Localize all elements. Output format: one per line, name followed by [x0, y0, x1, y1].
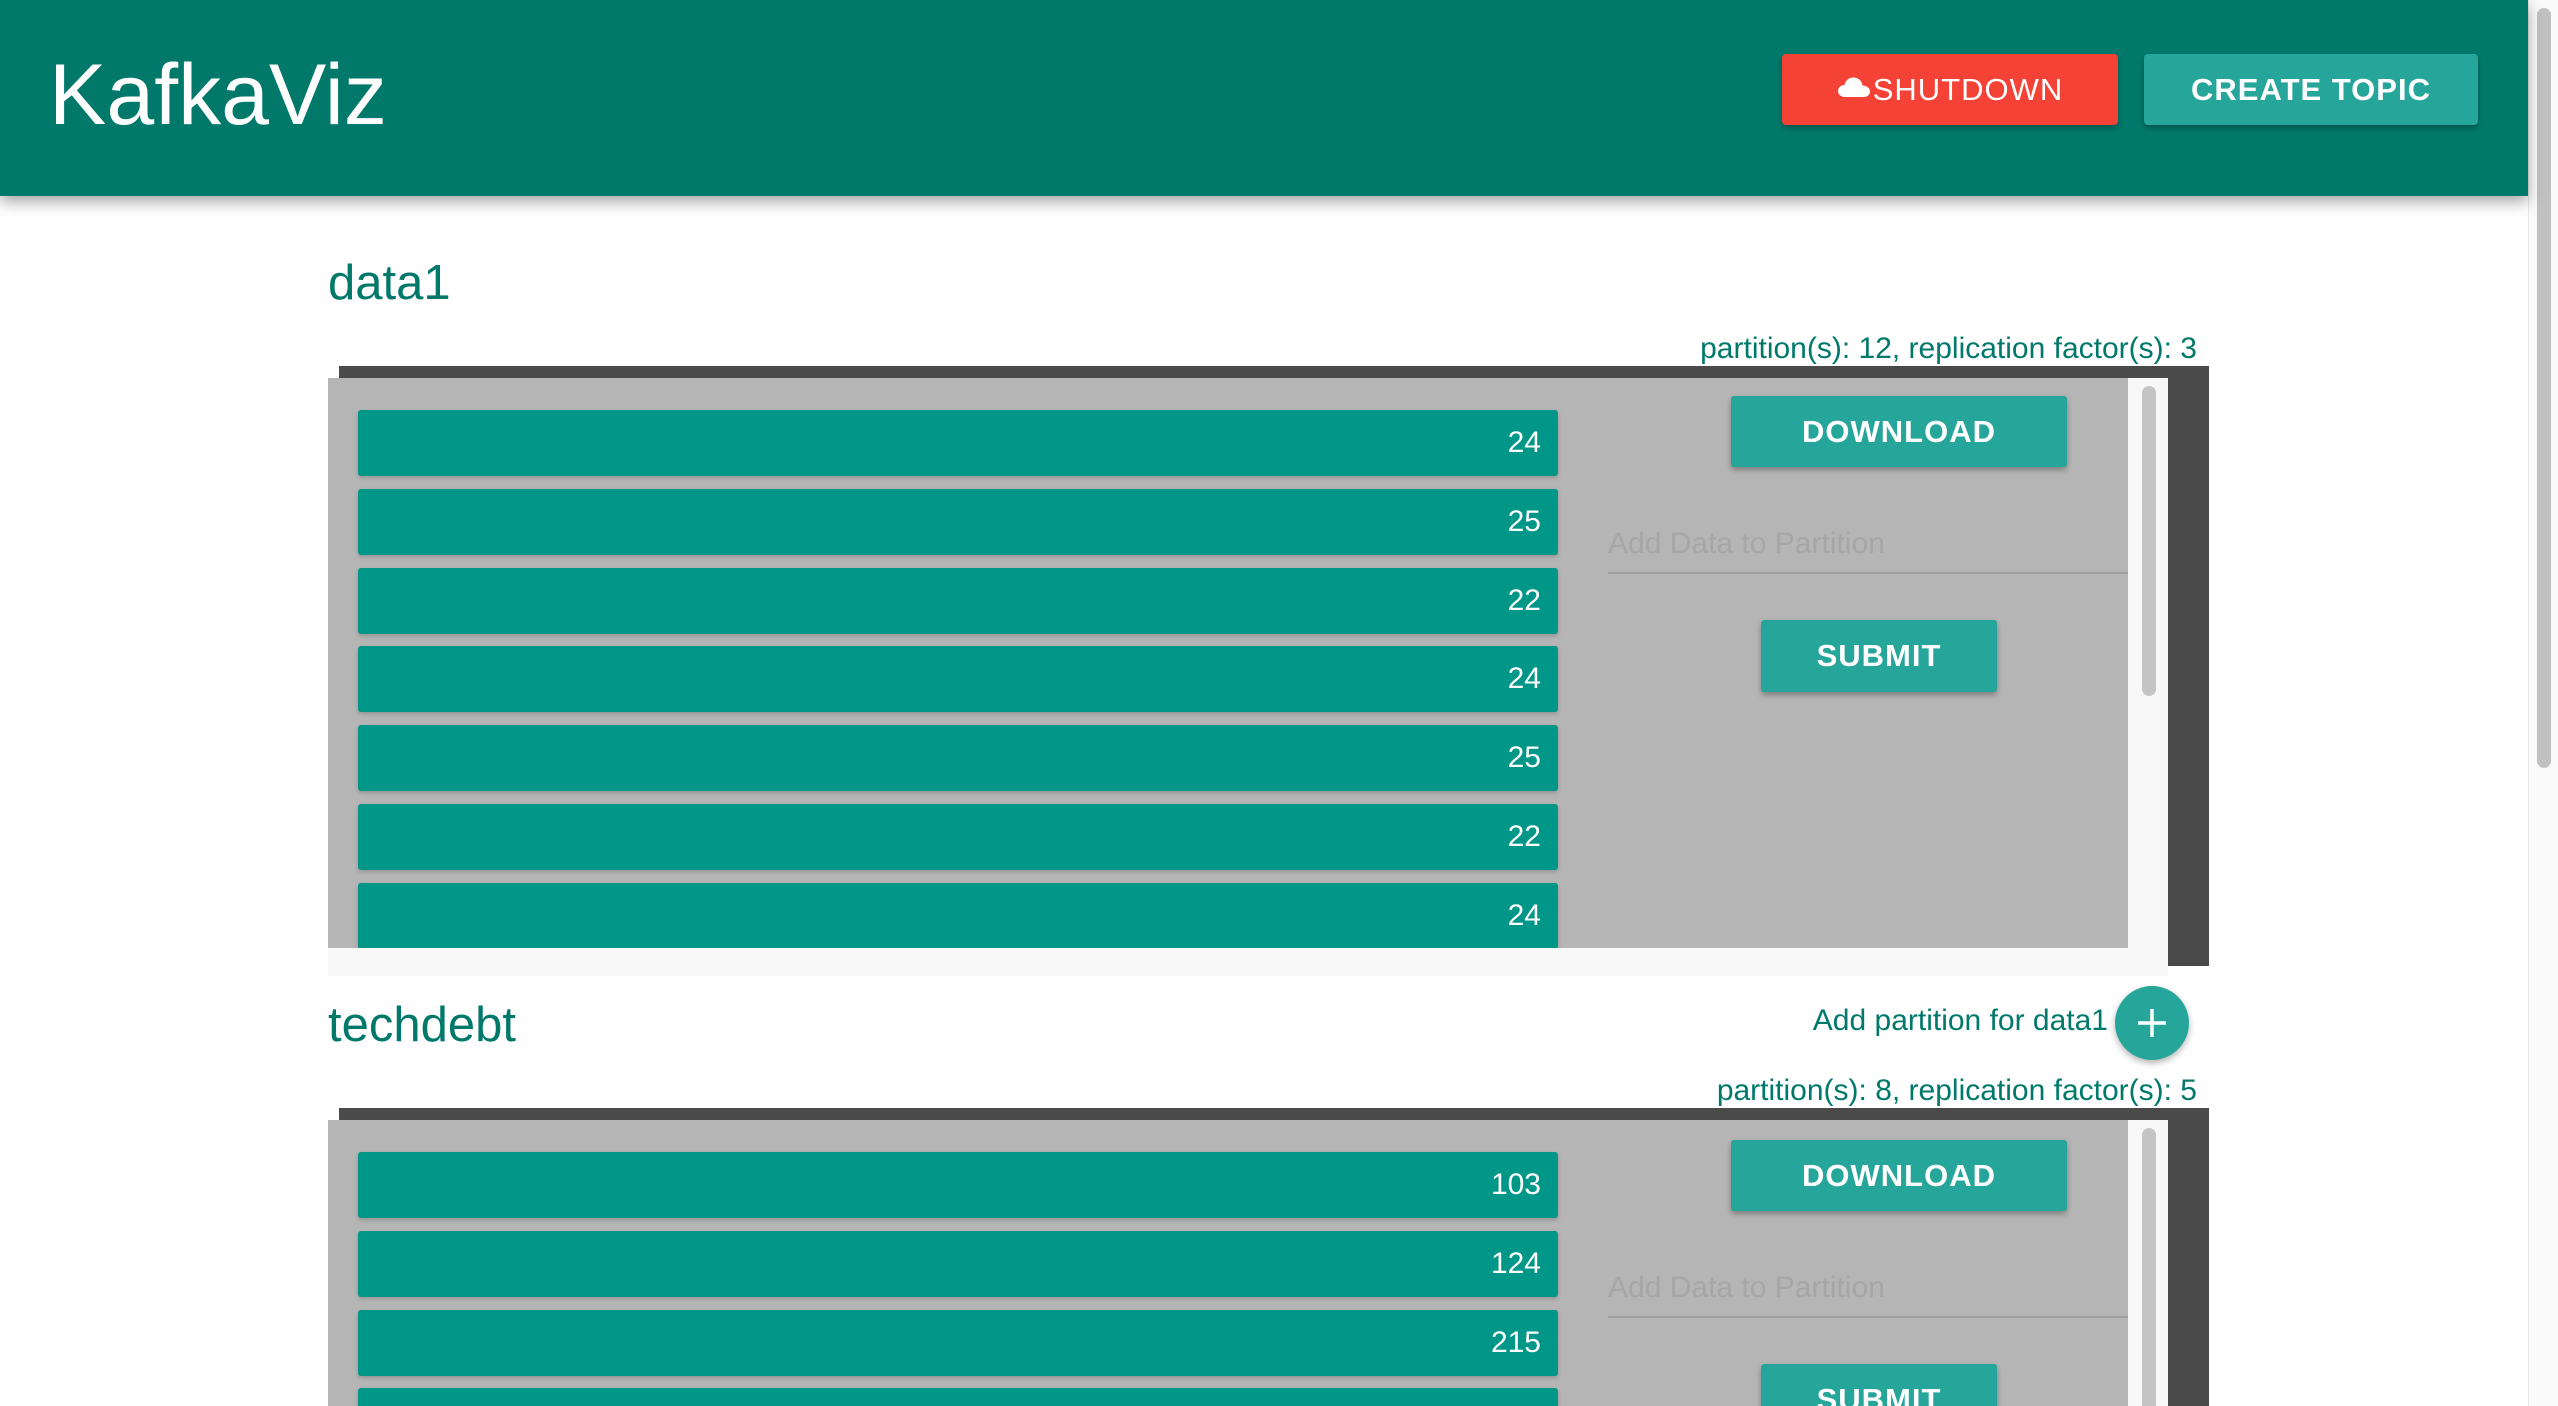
topic-name: data1	[328, 256, 451, 310]
partition-message-count: 22	[1507, 820, 1541, 853]
add-data-input[interactable]	[1608, 1260, 2150, 1318]
submit-button[interactable]: SUBMIT	[1761, 620, 1997, 692]
add-data-input[interactable]	[1608, 516, 2150, 574]
topic-meta: partition(s): 12, replication factor(s):…	[1700, 332, 2197, 365]
partition-message-count: 24	[1507, 899, 1541, 932]
cloud-icon	[1837, 77, 1870, 97]
partition-bar[interactable]: 24	[358, 410, 1558, 476]
panel-scroll-track-horizontal	[328, 948, 2168, 976]
shutdown-button[interactable]: SHUTDOWN	[1782, 54, 2118, 125]
partition-message-count: 25	[1507, 741, 1541, 774]
partition-bar[interactable]: 22	[358, 568, 1558, 634]
panel-scroll-thumb[interactable]	[2142, 386, 2156, 696]
partition-bar[interactable]: 25	[358, 489, 1558, 555]
download-button[interactable]: DOWNLOAD	[1731, 396, 2067, 467]
panel-scroll-thumb[interactable]	[2142, 1128, 2156, 1406]
partition-bar[interactable]: 124	[358, 1231, 1558, 1297]
create-topic-button[interactable]: CREATE TOPIC	[2144, 54, 2478, 125]
partition-message-count: 103	[1490, 1168, 1541, 1201]
partition-message-count: 124	[1490, 1247, 1541, 1280]
submit-button[interactable]: SUBMIT	[1761, 1364, 1997, 1406]
partition-message-count: 24	[1507, 662, 1541, 695]
page-scroll-thumb[interactable]	[2537, 8, 2551, 768]
panel-scrollbar[interactable]	[2128, 1120, 2168, 1406]
partition-bar[interactable]	[358, 1388, 1558, 1406]
partition-message-count: 25	[1507, 505, 1541, 538]
partition-panel: 103 124 215 DOWNLOAD SUBMIT	[328, 1120, 2168, 1406]
download-button[interactable]: DOWNLOAD	[1731, 1140, 2067, 1211]
partition-bar[interactable]: 22	[358, 804, 1558, 870]
app-title: KafkaViz	[49, 47, 387, 143]
topic-name: techdebt	[328, 998, 516, 1052]
page-scrollbar[interactable]	[2528, 0, 2558, 1406]
partition-bar[interactable]: 25	[358, 725, 1558, 791]
panel-scrollbar[interactable]	[2128, 378, 2168, 948]
plus-icon	[2138, 1009, 2166, 1037]
partition-message-count: 24	[1507, 426, 1541, 459]
app-bar: KafkaViz SHUTDOWN CREATE TOPIC	[0, 0, 2528, 196]
add-partition-label: Add partition for data1	[1812, 1004, 2108, 1037]
partition-bar[interactable]: 24	[358, 646, 1558, 712]
partition-bar[interactable]: 103	[358, 1152, 1558, 1218]
partition-bar[interactable]: 215	[358, 1310, 1558, 1376]
topic-meta: partition(s): 8, replication factor(s): …	[1716, 1074, 2197, 1107]
shutdown-label: SHUTDOWN	[1872, 71, 2064, 107]
add-partition-button[interactable]	[2115, 986, 2189, 1060]
partition-bar[interactable]: 24	[358, 883, 1558, 948]
partition-panel: 24 25 22 24 25 22 24 DOWNLOAD SUBMIT	[328, 378, 2168, 948]
partition-message-count: 22	[1507, 584, 1541, 617]
partition-message-count: 215	[1490, 1326, 1541, 1359]
